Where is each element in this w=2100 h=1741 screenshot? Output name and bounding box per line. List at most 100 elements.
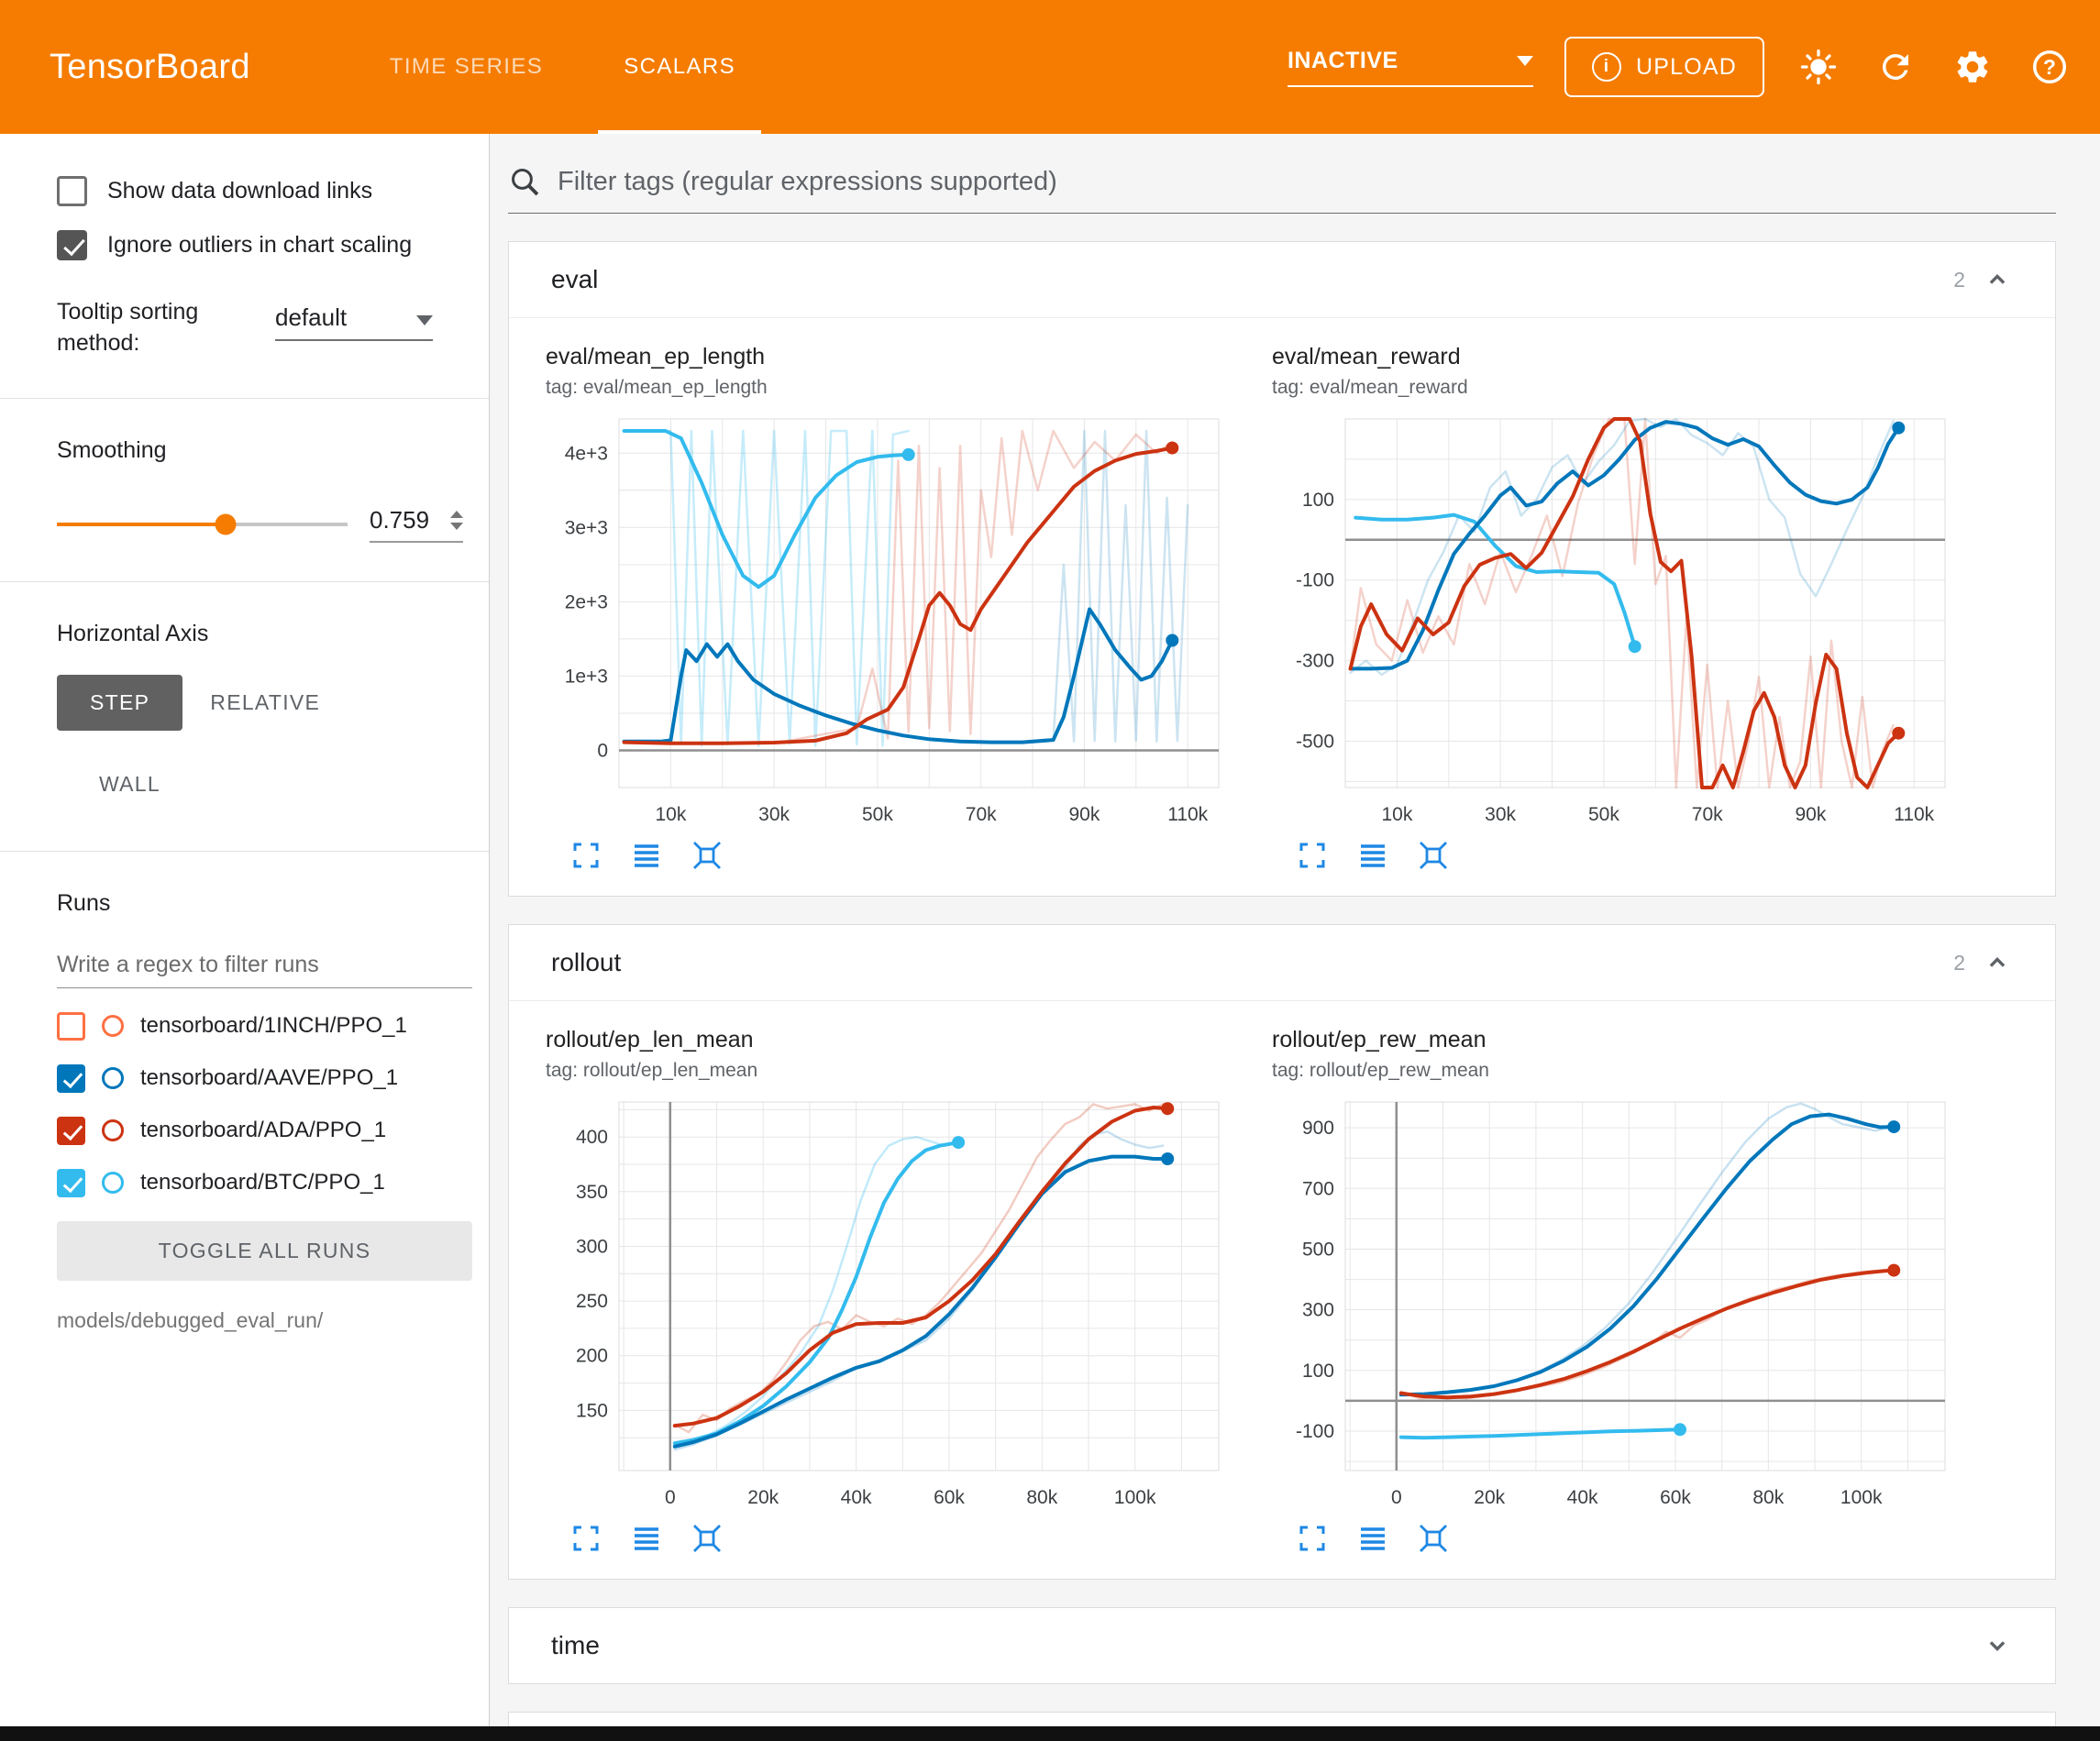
tag-filter-input[interactable]: [558, 167, 2056, 197]
upload-button[interactable]: i UPLOAD: [1564, 37, 1764, 97]
fit-domain-icon[interactable]: [691, 1522, 724, 1555]
chevron-up-icon[interactable]: [1982, 947, 2013, 978]
data-table-icon[interactable]: [1356, 839, 1389, 872]
chevron-down-icon: [416, 315, 433, 325]
show-download-links-checkbox-row[interactable]: Show data download links: [57, 176, 472, 206]
section-card-eval: eval 2 eval/mean_ep_length tag: eval/mea…: [508, 241, 2056, 897]
smoothing-slider[interactable]: [57, 523, 348, 526]
chart-toolbar: [569, 839, 1250, 872]
tooltip-sorting-select[interactable]: default: [275, 297, 433, 341]
data-table-icon[interactable]: [1356, 1522, 1389, 1555]
svg-text:80k: 80k: [1752, 1487, 1784, 1508]
runs-filter-input[interactable]: [57, 942, 472, 988]
svg-text:10k: 10k: [1381, 804, 1412, 825]
tab-time-series[interactable]: TIME SERIES: [349, 0, 583, 134]
run-checkbox[interactable]: [57, 1064, 85, 1093]
svg-text:300: 300: [576, 1237, 608, 1258]
brightness-icon[interactable]: [1796, 44, 1841, 90]
tag-filter-bar: [508, 165, 2056, 214]
section-header-rollout[interactable]: rollout 2: [509, 925, 2055, 1000]
section-count: 2: [1953, 268, 1965, 292]
svg-text:40k: 40k: [841, 1487, 872, 1508]
svg-text:500: 500: [1302, 1240, 1334, 1261]
checkbox-label: Ignore outliers in chart scaling: [107, 232, 412, 259]
chart-toolbar: [1296, 839, 1976, 872]
run-item-aave[interactable]: tensorboard/AAVE/PPO_1: [57, 1064, 472, 1093]
run-checkbox[interactable]: [57, 1169, 85, 1197]
run-color-circle[interactable]: [102, 1119, 124, 1141]
svg-text:350: 350: [576, 1182, 608, 1203]
svg-text:2e+3: 2e+3: [565, 591, 608, 612]
section-header-eval[interactable]: eval 2: [509, 242, 2055, 317]
line-chart-rollout-ep-rew-mean[interactable]: 020k40k60k80k100k900700500300100-100: [1272, 1087, 1958, 1518]
svg-text:4e+3: 4e+3: [565, 443, 608, 464]
svg-text:60k: 60k: [934, 1487, 965, 1508]
smoothing-label: Smoothing: [57, 437, 472, 464]
run-checkbox[interactable]: [57, 1117, 85, 1145]
run-item-btc[interactable]: tensorboard/BTC/PPO_1: [57, 1169, 472, 1197]
run-item-1inch[interactable]: tensorboard/1INCH/PPO_1: [57, 1012, 472, 1041]
horizontal-axis-label: Horizontal Axis: [57, 621, 472, 647]
run-item-ada[interactable]: tensorboard/ADA/PPO_1: [57, 1117, 472, 1145]
svg-text:90k: 90k: [1068, 804, 1100, 825]
svg-text:70k: 70k: [966, 804, 997, 825]
svg-text:100: 100: [1302, 1361, 1334, 1382]
fullscreen-icon[interactable]: [569, 839, 602, 872]
svg-text:400: 400: [576, 1127, 608, 1148]
chart-tag: tag: rollout/ep_len_mean: [546, 1060, 1250, 1082]
data-table-icon[interactable]: [630, 839, 663, 872]
svg-text:700: 700: [1302, 1178, 1334, 1199]
svg-text:40k: 40k: [1567, 1487, 1598, 1508]
info-icon: i: [1592, 52, 1621, 82]
show-download-links-checkbox[interactable]: [57, 176, 87, 206]
run-color-circle[interactable]: [102, 1172, 124, 1194]
status-dropdown[interactable]: INACTIVE: [1288, 48, 1533, 87]
smoothing-slider-knob[interactable]: [215, 513, 236, 534]
fullscreen-icon[interactable]: [1296, 1522, 1329, 1555]
runs-base-path: models/debugged_eval_run/: [57, 1308, 472, 1333]
axis-step-button[interactable]: STEP: [57, 675, 182, 731]
top-tabs: TIME SERIES SCALARS: [349, 0, 776, 134]
fit-domain-icon[interactable]: [691, 839, 724, 872]
ignore-outliers-checkbox[interactable]: [57, 230, 87, 260]
run-color-circle[interactable]: [102, 1015, 124, 1037]
line-chart-rollout-ep-len-mean[interactable]: 020k40k60k80k100k400350300250200150: [546, 1087, 1232, 1518]
fullscreen-icon[interactable]: [569, 1522, 602, 1555]
axis-wall-button[interactable]: WALL: [72, 756, 188, 812]
run-label: tensorboard/1INCH/PPO_1: [140, 1013, 407, 1039]
fit-domain-icon[interactable]: [1417, 1522, 1450, 1555]
svg-text:20k: 20k: [1474, 1487, 1505, 1508]
chart-toolbar: [1296, 1522, 1976, 1555]
divider: [0, 398, 489, 399]
chevron-down-icon[interactable]: [1982, 1630, 2013, 1661]
help-icon[interactable]: ?: [2027, 44, 2072, 90]
chart-block-rollout-ep-len-mean: rollout/ep_len_mean tag: rollout/ep_len_…: [546, 1027, 1250, 1562]
refresh-icon[interactable]: [1873, 44, 1918, 90]
section-header-time[interactable]: time: [509, 1608, 2055, 1683]
line-chart-eval-mean-reward[interactable]: 10k30k50k70k90k110k100-100-300-500: [1272, 404, 1958, 835]
data-table-icon[interactable]: [630, 1522, 663, 1555]
toggle-all-runs-button[interactable]: TOGGLE ALL RUNS: [57, 1221, 472, 1281]
run-color-circle[interactable]: [102, 1067, 124, 1089]
axis-relative-button[interactable]: RELATIVE: [182, 675, 348, 731]
svg-text:70k: 70k: [1692, 804, 1723, 825]
main-content: eval 2 eval/mean_ep_length tag: eval/mea…: [490, 134, 2100, 1741]
line-chart-eval-mean-ep-length[interactable]: 10k30k50k70k90k110k01e+32e+33e+34e+3: [546, 404, 1232, 835]
tooltip-sorting-row: Tooltip sorting method: default: [57, 297, 472, 359]
smoothing-value-field[interactable]: 0.759: [370, 506, 463, 543]
smoothing-stepper[interactable]: [450, 511, 463, 530]
svg-text:30k: 30k: [1485, 804, 1516, 825]
window-bottom-edge: [0, 1726, 2100, 1741]
settings-sidebar: Show data download links Ignore outliers…: [0, 134, 490, 1741]
run-label: tensorboard/AAVE/PPO_1: [140, 1065, 398, 1091]
chevron-up-icon[interactable]: [1982, 264, 2013, 295]
section-title: rollout: [551, 948, 621, 977]
fullscreen-icon[interactable]: [1296, 839, 1329, 872]
svg-text:100: 100: [1302, 490, 1334, 511]
settings-gear-icon[interactable]: [1950, 44, 1995, 90]
run-checkbox[interactable]: [57, 1012, 85, 1041]
fit-domain-icon[interactable]: [1417, 839, 1450, 872]
tab-scalars[interactable]: SCALARS: [583, 0, 776, 134]
svg-text:?: ?: [2043, 55, 2056, 79]
ignore-outliers-checkbox-row[interactable]: Ignore outliers in chart scaling: [57, 230, 472, 260]
